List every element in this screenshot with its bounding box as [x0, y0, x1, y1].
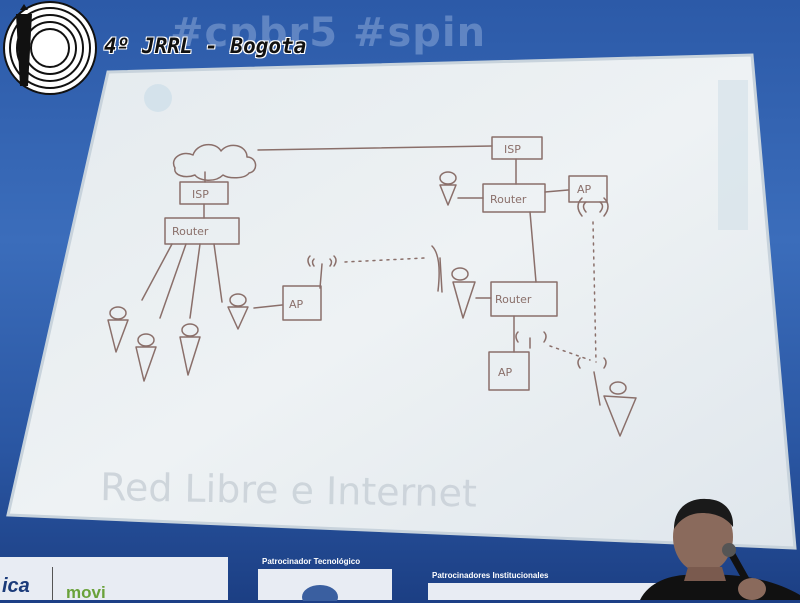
speaker-neck: [684, 567, 726, 581]
speaker-hand: [738, 578, 766, 600]
label-isp-left: ISP: [192, 188, 209, 201]
speaker-silhouette: [640, 498, 800, 600]
sponsor-box-left: [0, 557, 228, 600]
sponsor-box-institutional: [428, 583, 658, 600]
slide-corner-mark: [144, 84, 172, 112]
sponsor-institutional-label: Patrocinadores Institucionales: [432, 571, 549, 580]
slide-watermark-text: Red Libre e Internet: [100, 465, 477, 516]
sponsor-divider: [52, 567, 53, 600]
sponsor-movistar-fragment: movi: [66, 583, 106, 602]
radio-tower-logo-icon: [3, 1, 97, 95]
label-router-left: Router: [172, 225, 209, 238]
label-ap-center: AP: [289, 298, 304, 311]
label-router-top-right: Router: [490, 193, 527, 206]
label-isp-right: ISP: [504, 143, 521, 156]
label-ap-bottom: AP: [498, 366, 513, 379]
label-ap-top-right: AP: [577, 183, 592, 196]
sponsor-tech-logo-icon: [302, 585, 338, 601]
sponsor-left-fragment: ica: [2, 575, 30, 597]
label-router-mid-right: Router: [495, 293, 532, 306]
slide-side-band: [718, 80, 748, 230]
event-title: 4º JRRL - Bogota: [104, 34, 307, 58]
sponsor-tech-label: Patrocinador Tecnológico: [262, 557, 361, 566]
